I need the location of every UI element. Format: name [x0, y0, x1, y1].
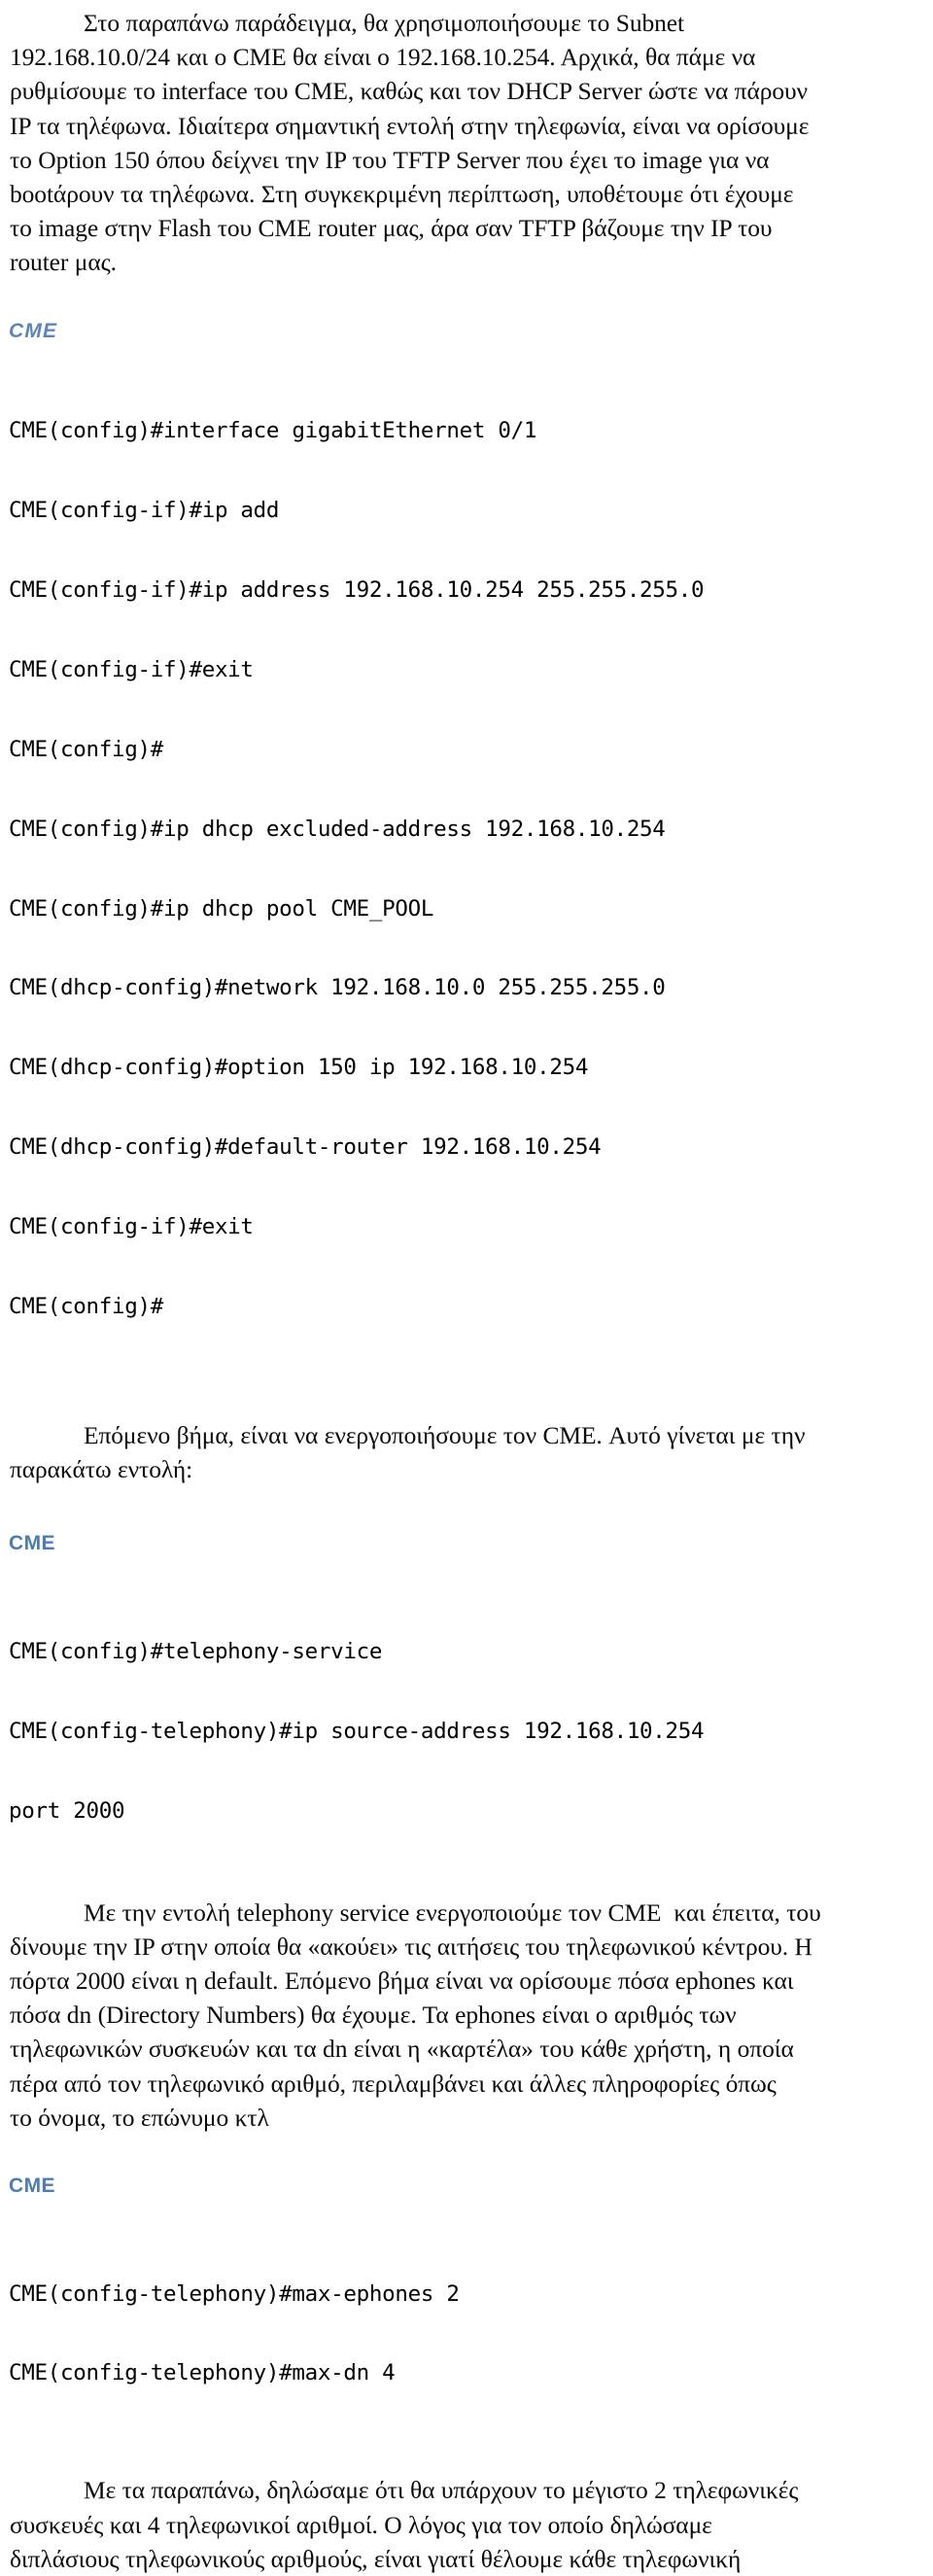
- document-page: Στο παραπάνω παράδειγμα, θα χρησιμοποιήσ…: [0, 0, 933, 2576]
- code-line: CME(config-if)#exit: [9, 656, 254, 682]
- paragraph-intro: Στο παραπάνω παράδειγμα, θα χρησιμοποιήσ…: [10, 9, 810, 277]
- code-line: port 2000: [9, 1797, 125, 1824]
- code-block-label-2: CME: [9, 1532, 55, 1555]
- code-line: CME(dhcp-config)#network 192.168.10.0 25…: [9, 975, 666, 1001]
- code-line: CME(config)#telephony-service: [9, 1638, 383, 1664]
- code-line: CME(config-telephony)#max-ephones 2: [9, 2280, 460, 2307]
- code-line: CME(config-telephony)#max-dn 4: [9, 2360, 396, 2386]
- code-line: CME(dhcp-config)#option 150 ip 192.168.1…: [9, 1055, 589, 1081]
- code-block-1: CME(config)#interface gigabitEthernet 0/…: [0, 366, 933, 1374]
- code-line: CME(config-telephony)#ip source-address …: [9, 1718, 705, 1744]
- paragraph-conclusion: Με τα παραπάνω, δηλώσαμε ότι θα υπάρχουν…: [10, 2476, 799, 2573]
- paragraph-next-step: Επόμενο βήμα, είναι να ενεργοποιήσουμε τ…: [10, 1420, 806, 1484]
- code-line: CME(dhcp-config)#default-router 192.168.…: [9, 1134, 602, 1161]
- paragraph-telephony: Με την εντολή telephony service ενεργοπο…: [10, 1897, 821, 2132]
- code-line: CME(config-if)#exit: [9, 1214, 254, 1240]
- code-block-label-3: CME: [9, 2175, 55, 2197]
- code-block-label-1: CME: [9, 319, 58, 342]
- code-block-3: CME(config-telephony)#max-ephones 2 CME(…: [0, 2228, 933, 2440]
- code-block-2: CME(config)#telephony-service CME(config…: [0, 1585, 933, 1877]
- code-line: CME(config)#: [9, 1294, 163, 1320]
- code-line: CME(config)#: [9, 736, 163, 762]
- code-line: CME(config-if)#ip address 192.168.10.254…: [9, 577, 705, 603]
- code-line: CME(config)#ip dhcp pool CME_POOL: [9, 895, 434, 922]
- code-line: CME(config-if)#ip add: [9, 498, 280, 524]
- code-line: CME(config)#ip dhcp excluded-address 192…: [9, 816, 666, 842]
- code-line: CME(config)#interface gigabitEthernet 0/…: [9, 418, 537, 444]
